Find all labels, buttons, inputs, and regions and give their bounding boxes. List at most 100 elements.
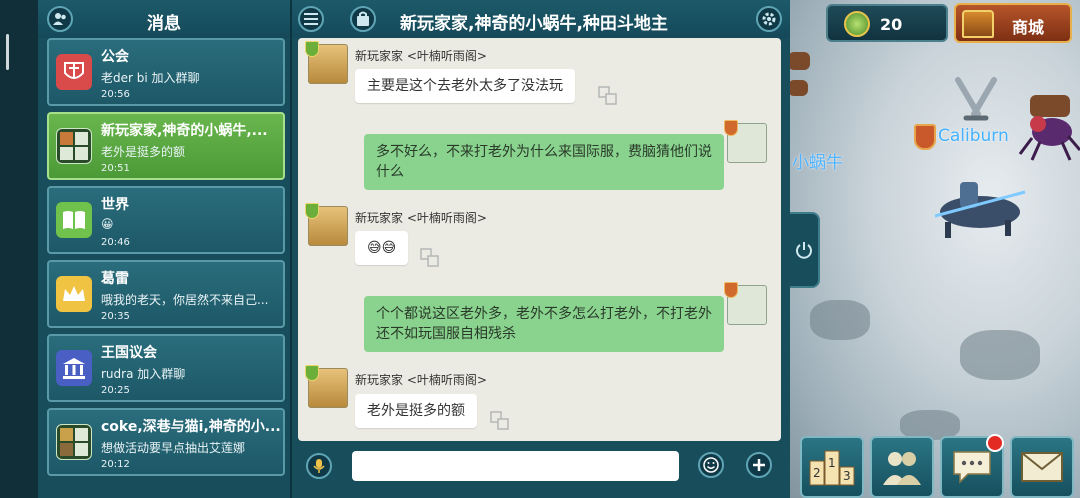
self-avatar[interactable] bbox=[724, 120, 767, 163]
map-rock bbox=[960, 330, 1040, 380]
guild-icon bbox=[56, 54, 92, 90]
guild-badge-icon bbox=[724, 120, 738, 136]
conversation-name: 葛雷 bbox=[101, 271, 129, 287]
conversation-time: 20:56 bbox=[101, 89, 130, 100]
notification-badge bbox=[986, 434, 1004, 452]
guild-badge-icon bbox=[305, 203, 319, 219]
conversation-item-guild[interactable]: 公会 老der bi 加入群聊 20:56 bbox=[47, 38, 285, 106]
mail-button[interactable] bbox=[1010, 436, 1074, 498]
conversation-last-message: 老外是挺多的额 bbox=[101, 145, 186, 159]
voice-button[interactable] bbox=[306, 453, 332, 479]
crossed-swords-icon bbox=[955, 77, 997, 121]
map-rock bbox=[810, 300, 870, 340]
conversation-header: 消息 bbox=[38, 0, 290, 38]
sender-avatar[interactable] bbox=[305, 41, 348, 84]
conversation-last-message: 😀 bbox=[101, 217, 114, 231]
conversation-name: coke,深巷与猫i,神奇的小... bbox=[101, 419, 281, 435]
conversation-time: 20:12 bbox=[101, 459, 130, 470]
sender-avatar[interactable] bbox=[305, 203, 348, 246]
power-icon bbox=[796, 242, 812, 259]
translate-icon[interactable] bbox=[420, 248, 440, 268]
conversation-item-active-group[interactable]: 新玩家家,神奇的小蜗牛,... 老外是挺多的额 20:51 bbox=[47, 112, 285, 180]
gear-icon bbox=[762, 12, 776, 26]
chat-settings-button[interactable] bbox=[756, 6, 782, 32]
chat-title: 新玩家家,神奇的小蜗牛,种田斗地主 bbox=[400, 14, 668, 34]
friends-button[interactable] bbox=[870, 436, 934, 498]
emoji-button[interactable] bbox=[698, 452, 724, 478]
message-sender: 新玩家家 <叶楠听雨阁> bbox=[355, 373, 487, 387]
envelope-icon bbox=[1021, 452, 1063, 482]
conversation-time: 20:35 bbox=[101, 311, 130, 322]
conversation-name: 新玩家家,神奇的小蜗牛,... bbox=[101, 123, 268, 139]
microphone-icon bbox=[313, 459, 325, 473]
conversation-item-gray[interactable]: 葛雷 哦我的老天，你居然不来自己... 20:35 bbox=[47, 260, 285, 328]
smiley-icon bbox=[703, 457, 719, 473]
conversation-list: 公会 老der bi 加入群聊 20:56 新玩家家,神奇的小蜗牛,... 老外… bbox=[47, 38, 285, 482]
member-list-button[interactable] bbox=[298, 6, 324, 32]
knight-unit-sprite[interactable] bbox=[925, 172, 1035, 242]
shop-button[interactable]: 商城 bbox=[954, 3, 1072, 43]
group-avatar-icon bbox=[56, 424, 92, 460]
svg-text:1: 1 bbox=[828, 456, 836, 470]
leaderboard-button[interactable]: 2 1 3 bbox=[800, 436, 864, 498]
conversation-last-message: 老der bi 加入群聊 bbox=[101, 71, 200, 85]
shop-label: 商城 bbox=[1012, 18, 1045, 37]
svg-text:3: 3 bbox=[843, 469, 851, 483]
spider-unit-sprite[interactable] bbox=[1018, 102, 1080, 162]
message-bubble-out[interactable]: 个个都说这区老外多，老外不多怎么打老外，不打老外还不如玩国服自相残杀 bbox=[364, 296, 724, 352]
message-bubble-in[interactable]: 主要是这个去老外太多了没法玩 bbox=[355, 69, 575, 103]
gold-counter[interactable]: 20 bbox=[826, 4, 948, 42]
group-info-icon bbox=[357, 11, 369, 26]
self-avatar[interactable] bbox=[724, 282, 767, 325]
message-bubble-out[interactable]: 多不好么，不来打老外为什么来国际服，费脑猜他们说什么 bbox=[364, 134, 724, 190]
map-label-snail: 小蜗牛 bbox=[792, 153, 843, 173]
conversation-last-message: rudra 加入群聊 bbox=[101, 367, 186, 381]
conversation-last-message: 想做活动要早点抽出艾莲娜 bbox=[101, 441, 246, 455]
conversation-time: 20:25 bbox=[101, 385, 130, 396]
svg-text:2: 2 bbox=[813, 466, 821, 480]
map-wood bbox=[788, 80, 808, 96]
group-avatar-icon bbox=[56, 128, 92, 164]
message-sender: 新玩家家 <叶楠听雨阁> bbox=[355, 211, 487, 225]
treasure-chest-icon bbox=[962, 10, 994, 38]
conversation-time: 20:51 bbox=[101, 163, 130, 174]
gem-coin-icon bbox=[844, 11, 870, 37]
caliburn-shield-icon bbox=[914, 124, 936, 150]
sender-avatar[interactable] bbox=[305, 365, 348, 408]
translate-icon[interactable] bbox=[598, 86, 618, 106]
guild-badge-icon bbox=[305, 41, 319, 57]
edge-handle bbox=[6, 34, 9, 70]
speech-bubble-icon bbox=[953, 451, 991, 484]
more-options-button[interactable] bbox=[746, 452, 772, 478]
message-input[interactable] bbox=[352, 451, 679, 481]
crown-icon bbox=[56, 276, 92, 312]
plus-icon bbox=[753, 459, 765, 471]
gold-value: 20 bbox=[880, 15, 903, 34]
group-info-button[interactable] bbox=[350, 6, 376, 32]
message-bubble-in[interactable]: 老外是挺多的额 bbox=[355, 394, 477, 428]
guild-badge-icon bbox=[724, 282, 738, 298]
conversation-time: 20:46 bbox=[101, 237, 130, 248]
translate-icon[interactable] bbox=[490, 411, 510, 431]
conversation-item-coke-group[interactable]: coke,深巷与猫i,神奇的小... 想做活动要早点抽出艾莲娜 20:12 bbox=[47, 408, 285, 476]
collapse-chat-button[interactable] bbox=[790, 212, 820, 288]
conversation-name: 世界 bbox=[101, 197, 129, 213]
screen-edge bbox=[0, 0, 38, 498]
message-list[interactable]: 新玩家家 <叶楠听雨阁> 主要是这个去老外太多了没法玩 多不好么，不来打老外为什… bbox=[298, 38, 781, 441]
conversation-last-message: 哦我的老天，你居然不来自己... bbox=[101, 293, 269, 307]
conversation-panel: 消息 公会 老der bi 加入群聊 20:56 新玩家家,神奇的小蜗牛,...… bbox=[38, 0, 292, 498]
conversation-name: 王国议会 bbox=[101, 345, 157, 361]
podium-icon: 2 1 3 bbox=[809, 450, 855, 486]
guild-badge-icon bbox=[305, 365, 319, 381]
chat-panel: 新玩家家,神奇的小蜗牛,种田斗地主 新玩家家 <叶楠听雨阁> 主要是这个去老外太… bbox=[292, 0, 790, 498]
people-icon bbox=[883, 452, 921, 485]
conversation-item-council[interactable]: 王国议会 rudra 加入群聊 20:25 bbox=[47, 334, 285, 402]
conversation-name: 公会 bbox=[101, 49, 129, 65]
panel-title: 消息 bbox=[147, 14, 181, 34]
conversation-item-world[interactable]: 世界 😀 20:46 bbox=[47, 186, 285, 254]
world-book-icon bbox=[56, 202, 92, 238]
list-icon bbox=[304, 13, 318, 25]
game-map[interactable] bbox=[780, 0, 1080, 498]
chat-input-bar bbox=[292, 441, 790, 498]
message-bubble-in[interactable]: 😅😅 bbox=[355, 231, 409, 265]
